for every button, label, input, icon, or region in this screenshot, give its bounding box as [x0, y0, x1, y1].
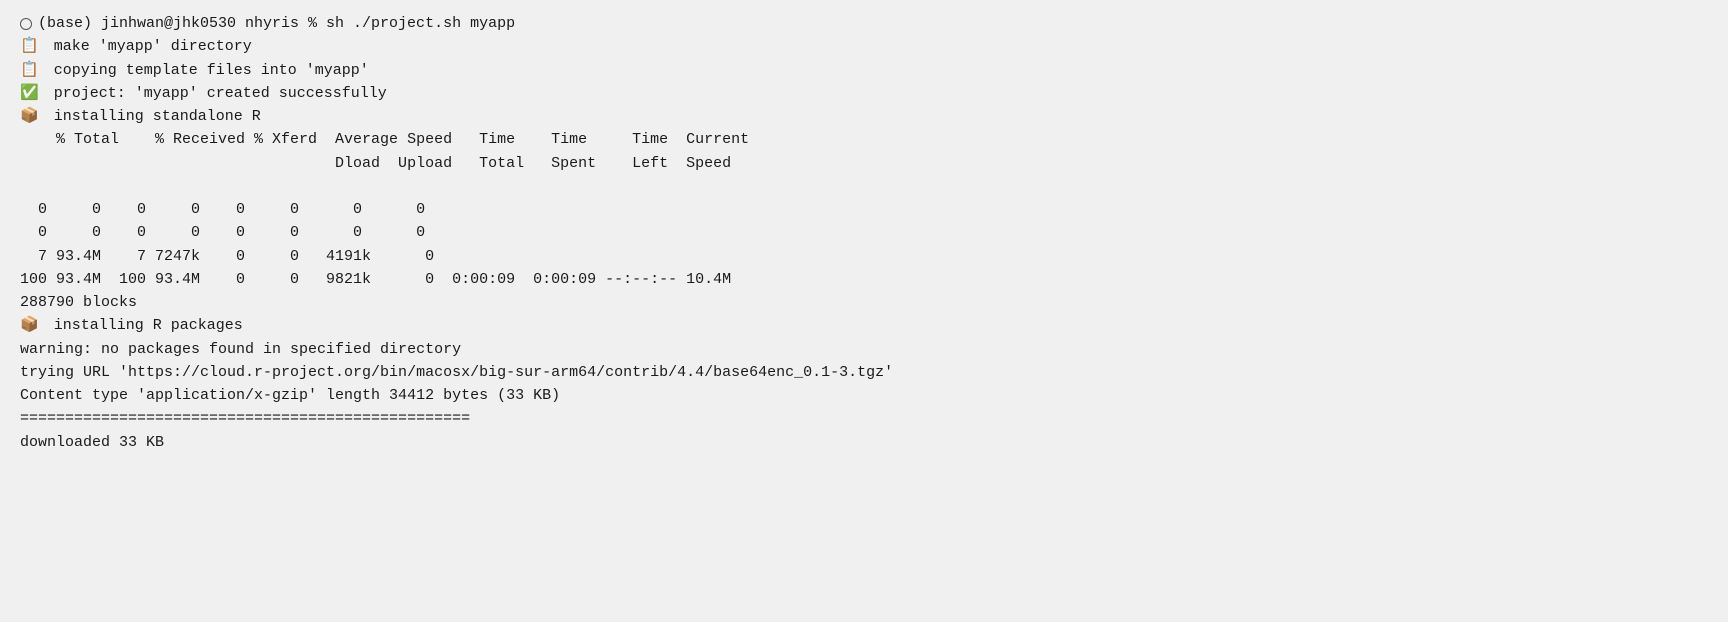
equals-line: ========================================…	[20, 407, 1708, 430]
terminal-line-4: 📦 installing standalone R	[20, 105, 1708, 128]
trying-url-text: trying URL 'https://cloud.r-project.org/…	[20, 361, 893, 384]
terminal-line-2: 📋 copying template files into 'myapp'	[20, 59, 1708, 82]
terminal-line-1: 📋 make 'myapp' directory	[20, 35, 1708, 58]
curl-header-1: % Total % Received % Xferd Average Speed…	[20, 128, 1708, 151]
curl-data-text-3: 0 0 0 0 0 0 0 0	[20, 221, 425, 244]
warning-line: warning: no packages found in specified …	[20, 338, 1708, 361]
box-icon-2: 📦	[20, 314, 39, 337]
circle-icon	[20, 18, 32, 30]
curl-data-row-empty-1	[20, 175, 1708, 198]
terminal-window: (base) jinhwan@jhk0530 nhyris % sh ./pro…	[20, 12, 1708, 454]
content-type-line: Content type 'application/x-gzip' length…	[20, 384, 1708, 407]
trying-url-line: trying URL 'https://cloud.r-project.org/…	[20, 361, 1708, 384]
curl-data-row-2: 0 0 0 0 0 0 0 0	[20, 221, 1708, 244]
content-type-text: Content type 'application/x-gzip' length…	[20, 384, 560, 407]
clipboard-icon-2: 📋	[20, 59, 39, 82]
curl-data-text-2: 0 0 0 0 0 0 0 0	[20, 198, 425, 221]
blocks-line: 288790 blocks	[20, 291, 1708, 314]
line-text-3: project: 'myapp' created successfully	[45, 82, 387, 105]
curl-data-row-final: 100 93.4M 100 93.4M 0 0 9821k 0 0:00:09 …	[20, 268, 1708, 291]
terminal-line-3: ✅ project: 'myapp' created successfully	[20, 82, 1708, 105]
prompt-line: (base) jinhwan@jhk0530 nhyris % sh ./pro…	[20, 12, 1708, 35]
curl-header-text-2: Dload Upload Total Spent Left Speed	[20, 152, 731, 175]
curl-data-row-1: 0 0 0 0 0 0 0 0	[20, 198, 1708, 221]
equals-text: ========================================…	[20, 407, 470, 430]
line-text-r-packages: installing R packages	[45, 314, 243, 337]
line-text-1: make 'myapp' directory	[45, 35, 252, 58]
curl-header-2: Dload Upload Total Spent Left Speed	[20, 152, 1708, 175]
clipboard-icon-1: 📋	[20, 35, 39, 58]
curl-data-text-1	[20, 175, 38, 198]
curl-data-text-4: 7 93.4M 7 7247k 0 0 4191k 0	[20, 245, 434, 268]
line-text-4: installing standalone R	[45, 105, 261, 128]
line-text-2: copying template files into 'myapp'	[45, 59, 369, 82]
downloaded-line: downloaded 33 KB	[20, 431, 1708, 454]
downloaded-text: downloaded 33 KB	[20, 431, 164, 454]
blocks-text: 288790 blocks	[20, 291, 137, 314]
curl-data-text-5: 100 93.4M 100 93.4M 0 0 9821k 0 0:00:09 …	[20, 268, 731, 291]
warning-text: warning: no packages found in specified …	[20, 338, 461, 361]
prompt-text: (base) jinhwan@jhk0530 nhyris % sh ./pro…	[38, 12, 515, 35]
curl-data-row-3: 7 93.4M 7 7247k 0 0 4191k 0	[20, 245, 1708, 268]
box-icon-1: 📦	[20, 105, 39, 128]
checkmark-icon: ✅	[20, 82, 39, 105]
curl-header-text-1: % Total % Received % Xferd Average Speed…	[20, 128, 749, 151]
terminal-line-r-packages: 📦 installing R packages	[20, 314, 1708, 337]
